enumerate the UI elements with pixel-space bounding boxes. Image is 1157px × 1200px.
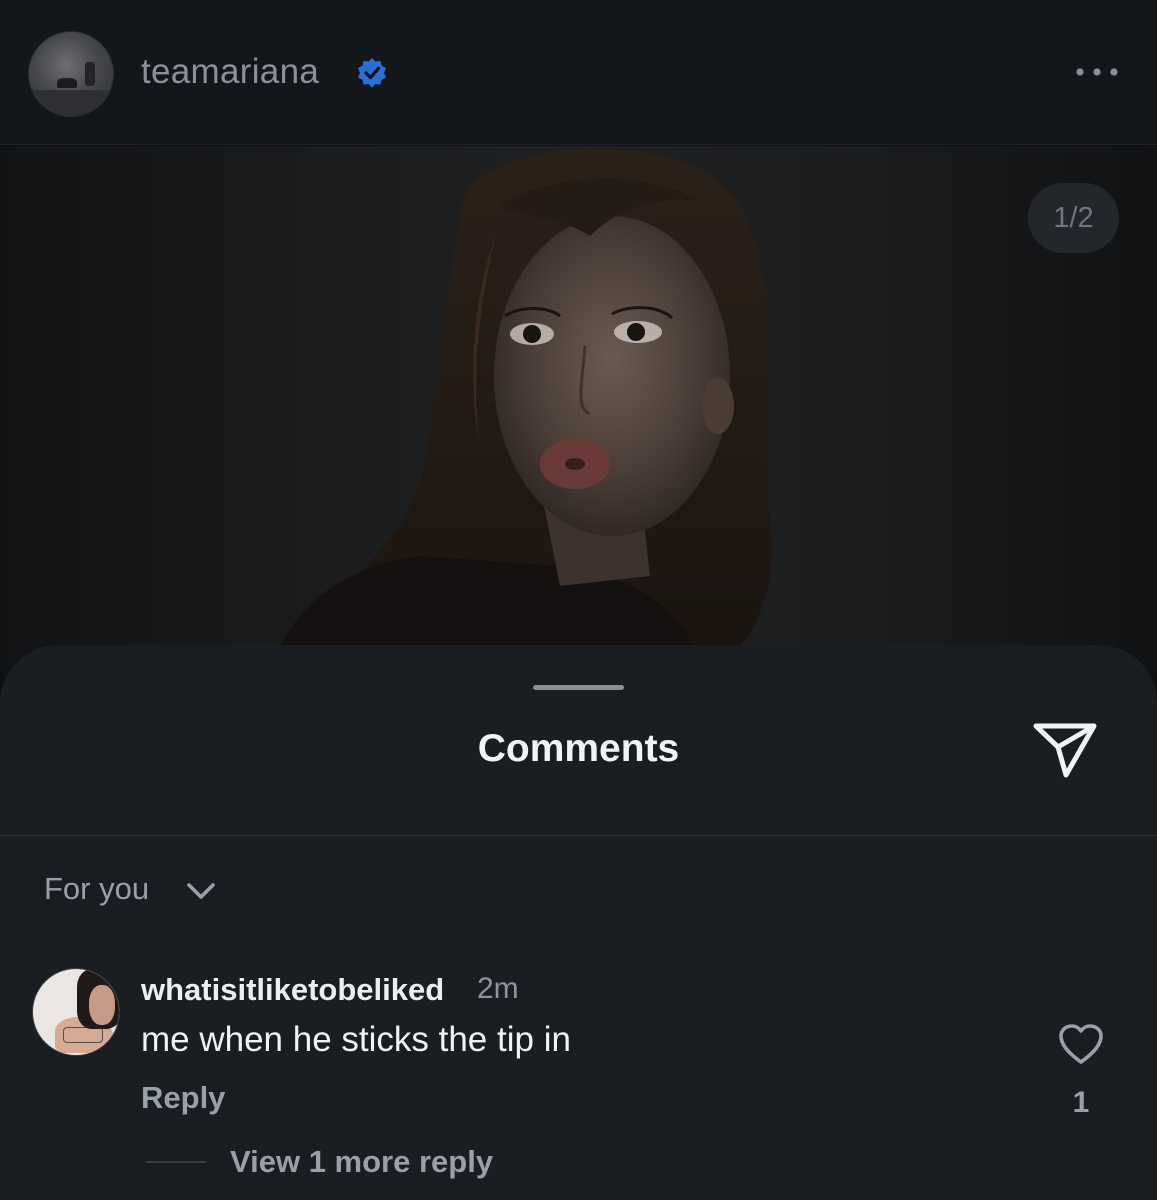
post-username[interactable]: teamariana <box>141 52 319 92</box>
send-icon[interactable] <box>1032 720 1098 780</box>
comment-text: me when he sticks the tip in <box>141 1020 571 1059</box>
divider <box>0 835 1157 836</box>
replies-divider-line <box>146 1161 206 1163</box>
carousel-page-indicator: 1/2 <box>1028 183 1119 253</box>
profile-avatar[interactable] <box>28 31 114 117</box>
post-photo[interactable] <box>0 146 1157 666</box>
like-count: 1 <box>1072 1086 1090 1119</box>
commenter-avatar[interactable] <box>32 968 120 1056</box>
drag-handle[interactable] <box>533 685 624 690</box>
comments-filter-dropdown[interactable]: For you <box>44 871 149 907</box>
heart-icon[interactable] <box>1057 1022 1105 1066</box>
comments-sheet: Comments For you <box>0 645 1157 1200</box>
reply-button[interactable]: Reply <box>141 1080 225 1116</box>
post-header: teamariana <box>0 0 1157 145</box>
instagram-post-screen: teamariana 1/2 Comments For you whatisit… <box>0 0 1157 1200</box>
view-more-replies-button[interactable]: View 1 more reply <box>230 1144 493 1180</box>
chevron-down-icon[interactable] <box>185 880 217 902</box>
more-horizontal-icon[interactable] <box>1072 62 1122 82</box>
portrait-illustration <box>270 148 772 666</box>
sheet-title: Comments <box>477 727 680 770</box>
comment-username[interactable]: whatisitliketobeliked <box>141 972 444 1008</box>
verified-badge-icon <box>358 58 386 88</box>
comment-timestamp: 2m <box>477 972 519 1005</box>
